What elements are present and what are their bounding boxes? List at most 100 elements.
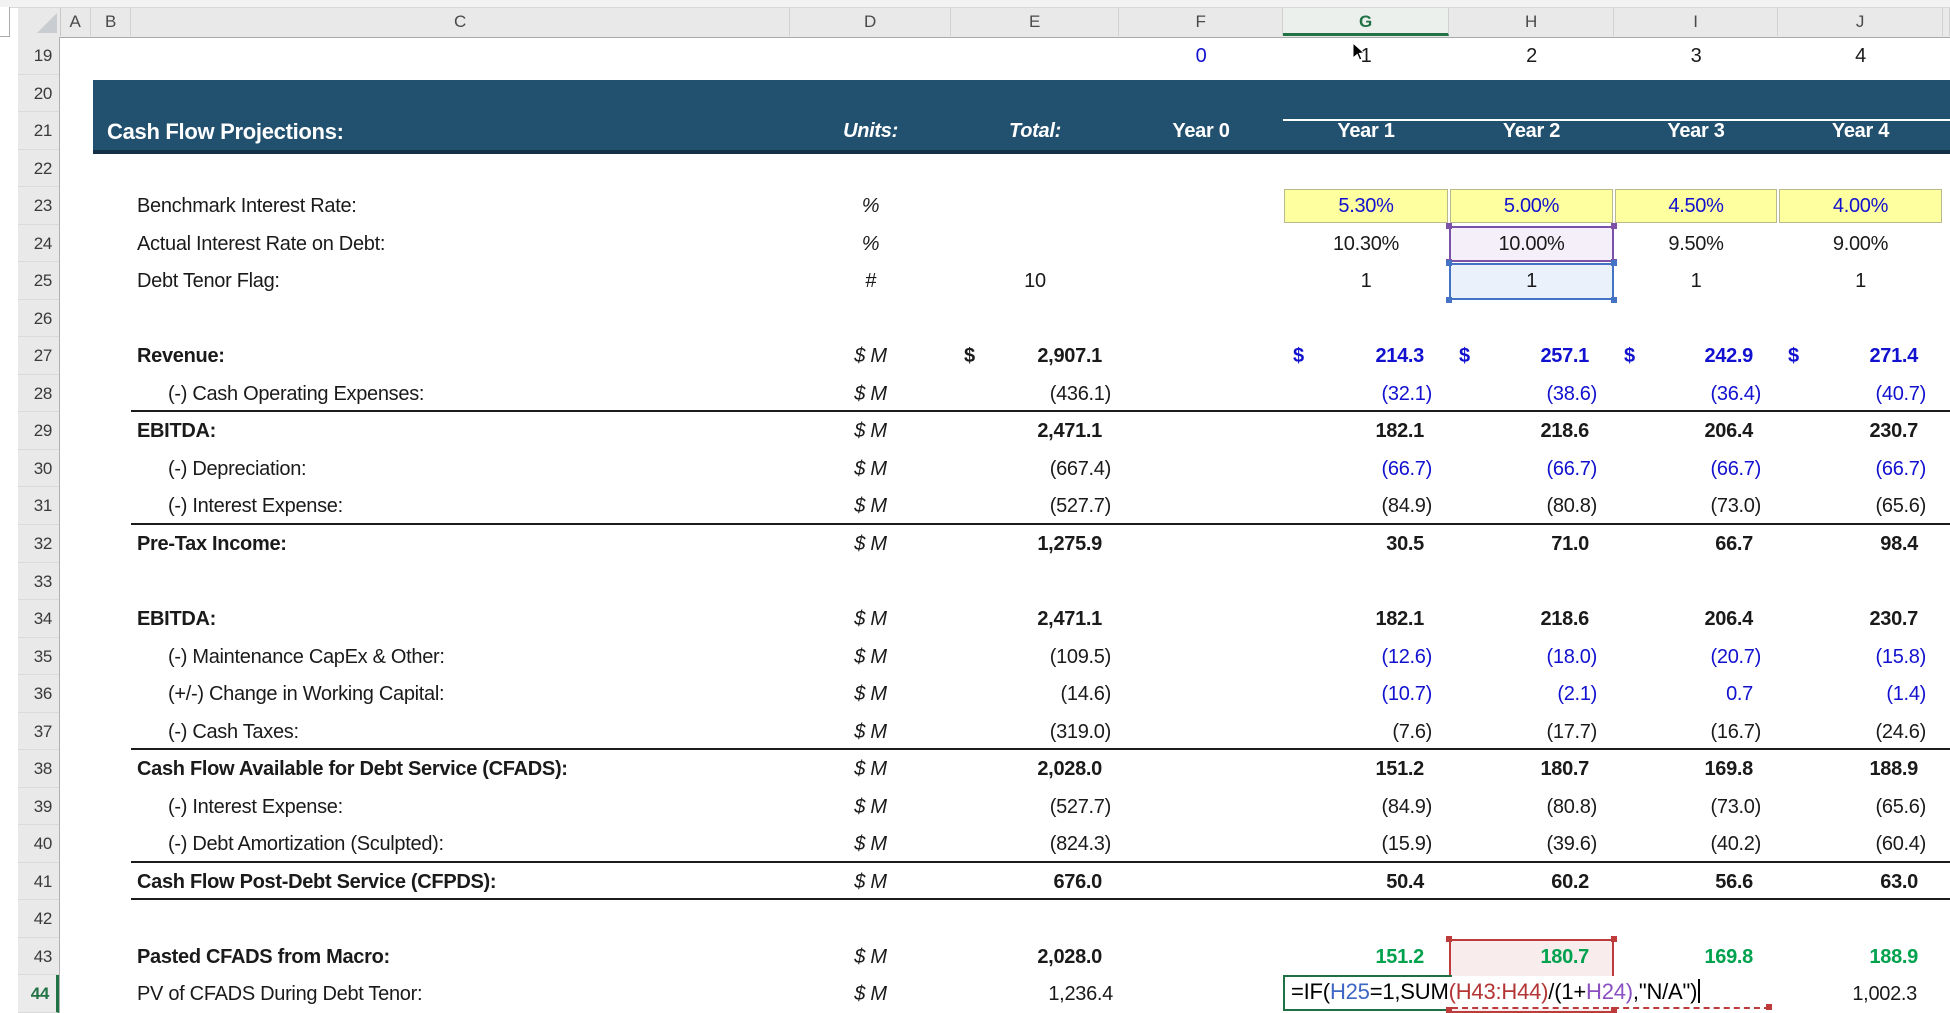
cell-H28[interactable]: (38.6): [1447, 375, 1597, 413]
row-header-26[interactable]: 26: [18, 300, 59, 338]
cell-I19[interactable]: 3: [1614, 37, 1778, 75]
unit-cell-35[interactable]: $ M: [790, 638, 951, 676]
cell-G31[interactable]: (84.9): [1282, 487, 1432, 525]
row-label-34[interactable]: EBITDA:: [137, 600, 777, 638]
cell-H29[interactable]: 218.6: [1439, 412, 1589, 450]
cell-G40[interactable]: (15.9): [1282, 825, 1432, 863]
row-label-28[interactable]: (-) Cash Operating Expenses:: [168, 375, 808, 413]
cell-J19[interactable]: 4: [1778, 37, 1943, 75]
cell-J25[interactable]: 1: [1778, 262, 1943, 300]
column-header-J[interactable]: J: [1778, 8, 1943, 36]
cell-G37[interactable]: (7.6): [1282, 713, 1432, 751]
cell-H41[interactable]: 60.2: [1439, 863, 1589, 901]
fill-handle[interactable]: [1446, 936, 1452, 942]
unit-cell-44[interactable]: $ M: [790, 975, 951, 1013]
cell-J32[interactable]: 98.4: [1768, 525, 1918, 563]
cell-J23[interactable]: 4.00%: [1778, 187, 1943, 225]
cell-I32[interactable]: 66.7: [1603, 525, 1753, 563]
fill-handle[interactable]: [1611, 936, 1617, 942]
cell-H37[interactable]: (17.7): [1447, 713, 1597, 751]
total-cell-44[interactable]: 1,236.4: [953, 975, 1113, 1013]
unit-cell-43[interactable]: $ M: [790, 938, 951, 976]
cell-G29[interactable]: 182.1: [1274, 412, 1424, 450]
row-label-44[interactable]: PV of CFADS During Debt Tenor:: [137, 975, 777, 1013]
cell-I28[interactable]: (36.4): [1611, 375, 1761, 413]
column-header-C[interactable]: C: [131, 8, 790, 36]
name-box-fragment[interactable]: [0, 7, 10, 37]
row-header-24[interactable]: 24: [18, 225, 59, 263]
column-header-partial[interactable]: [1943, 8, 1950, 36]
cell-H39[interactable]: (80.8): [1447, 788, 1597, 826]
cell-G35[interactable]: (12.6): [1282, 638, 1432, 676]
row-header-19[interactable]: 19: [18, 37, 59, 75]
fill-handle[interactable]: [1446, 1007, 1452, 1013]
cell-G43[interactable]: 151.2: [1274, 938, 1424, 976]
row-header-30[interactable]: 30: [18, 450, 59, 488]
row-label-27[interactable]: Revenue:: [137, 337, 777, 375]
unit-cell-39[interactable]: $ M: [790, 788, 951, 826]
column-header-G[interactable]: G: [1283, 8, 1449, 36]
cell-G38[interactable]: 151.2: [1274, 750, 1424, 788]
cell-H30[interactable]: (66.7): [1447, 450, 1597, 488]
fill-handle[interactable]: [1611, 260, 1617, 266]
cell-I37[interactable]: (16.7): [1611, 713, 1761, 751]
cell-J37[interactable]: (24.6): [1776, 713, 1926, 751]
cell-F19[interactable]: 0: [1119, 37, 1283, 75]
cell-G34[interactable]: 182.1: [1274, 600, 1424, 638]
total-cell-34[interactable]: 2,471.1: [942, 600, 1102, 638]
row-header-25[interactable]: 25: [18, 262, 59, 300]
cell-G24[interactable]: 10.30%: [1283, 225, 1449, 263]
cell-H23[interactable]: 5.00%: [1449, 187, 1614, 225]
cell-I25[interactable]: 1: [1614, 262, 1778, 300]
total-cell-30[interactable]: (667.4): [951, 450, 1111, 488]
cell-J28[interactable]: (40.7): [1776, 375, 1926, 413]
cell-H25[interactable]: 1: [1449, 262, 1614, 300]
unit-cell-37[interactable]: $ M: [790, 713, 951, 751]
cell-I31[interactable]: (73.0): [1611, 487, 1761, 525]
cell-I38[interactable]: 169.8: [1603, 750, 1753, 788]
row-header-31[interactable]: 31: [18, 487, 59, 525]
cell-H19[interactable]: 2: [1449, 37, 1614, 75]
row-label-35[interactable]: (-) Maintenance CapEx & Other:: [168, 638, 808, 676]
cell-I29[interactable]: 206.4: [1603, 412, 1753, 450]
row-header-39[interactable]: 39: [18, 788, 59, 826]
unit-cell-24[interactable]: %: [790, 225, 951, 263]
unit-cell-34[interactable]: $ M: [790, 600, 951, 638]
row-header-40[interactable]: 40: [18, 825, 59, 863]
cell-H40[interactable]: (39.6): [1447, 825, 1597, 863]
row-header-33[interactable]: 33: [18, 563, 59, 601]
total-cell-29[interactable]: 2,471.1: [942, 412, 1102, 450]
cell-I30[interactable]: (66.7): [1611, 450, 1761, 488]
total-cell-36[interactable]: (14.6): [951, 675, 1111, 713]
cell-G36[interactable]: (10.7): [1282, 675, 1432, 713]
row-header-42[interactable]: 42: [18, 900, 59, 938]
cell-G23[interactable]: 5.30%: [1283, 187, 1449, 225]
row-header-28[interactable]: 28: [18, 375, 59, 413]
cell-I41[interactable]: 56.6: [1603, 863, 1753, 901]
row-label-39[interactable]: (-) Interest Expense:: [168, 788, 808, 826]
cell-H24[interactable]: 10.00%: [1449, 225, 1614, 263]
row-header-41[interactable]: 41: [18, 863, 59, 901]
cell-H36[interactable]: (2.1): [1447, 675, 1597, 713]
cell-H31[interactable]: (80.8): [1447, 487, 1597, 525]
cell-J40[interactable]: (60.4): [1776, 825, 1926, 863]
cell-I24[interactable]: 9.50%: [1614, 225, 1778, 263]
row-label-30[interactable]: (-) Depreciation:: [168, 450, 808, 488]
unit-cell-29[interactable]: $ M: [790, 412, 951, 450]
unit-cell-31[interactable]: $ M: [790, 487, 951, 525]
cell-J29[interactable]: 230.7: [1768, 412, 1918, 450]
row-label-24[interactable]: Actual Interest Rate on Debt:: [137, 225, 777, 263]
unit-cell-40[interactable]: $ M: [790, 825, 951, 863]
cell-H32[interactable]: 71.0: [1439, 525, 1589, 563]
row-label-43[interactable]: Pasted CFADS from Macro:: [137, 938, 777, 976]
cell-I39[interactable]: (73.0): [1611, 788, 1761, 826]
fill-handle[interactable]: [1446, 223, 1452, 229]
fill-handle[interactable]: [1446, 297, 1452, 303]
total-cell-37[interactable]: (319.0): [951, 713, 1111, 751]
cell-I34[interactable]: 206.4: [1603, 600, 1753, 638]
fill-handle[interactable]: [1611, 1007, 1617, 1013]
fill-handle[interactable]: [1611, 223, 1617, 229]
cell-J34[interactable]: 230.7: [1768, 600, 1918, 638]
fill-handle[interactable]: [1611, 297, 1617, 303]
cell-G39[interactable]: (84.9): [1282, 788, 1432, 826]
